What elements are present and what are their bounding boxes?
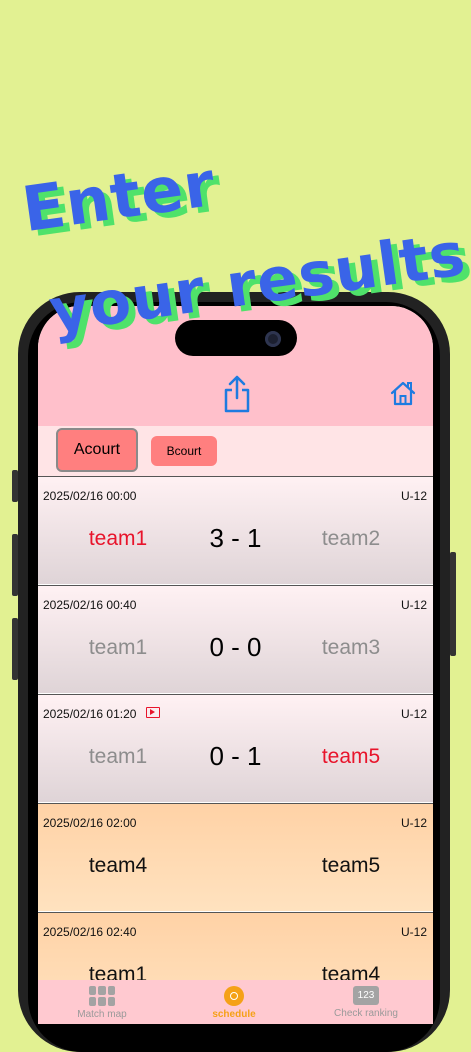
match-datetime: 2025/02/16 02:40 <box>43 925 137 939</box>
ranking-icon: 123 <box>353 986 379 1005</box>
match-row[interactable]: 2025/02/16 01:20 U-12 team1 0 - 1 team5 <box>38 694 433 802</box>
video-icon[interactable] <box>146 707 160 718</box>
match-datetime: 2025/02/16 00:00 <box>43 489 137 503</box>
clock-icon <box>224 986 244 1006</box>
match-category: U-12 <box>400 489 427 503</box>
tab-check-ranking[interactable]: 123 Check ranking <box>316 986 416 1019</box>
acourt-button[interactable]: Acourt <box>56 428 138 472</box>
app-screen: Acourt Bcourt 2025/02/16 00:00 U-12 team… <box>38 306 433 1024</box>
match-datetime: 2025/02/16 02:00 <box>43 816 137 830</box>
match-datetime: 2025/02/16 00:40 <box>43 598 137 612</box>
match-row[interactable]: 2025/02/16 00:00 U-12 team1 3 - 1 team2 <box>38 476 433 584</box>
home-team: team4 <box>88 854 148 877</box>
home-icon[interactable] <box>390 380 416 406</box>
away-team: team5 <box>321 854 381 877</box>
match-category: U-12 <box>400 598 427 612</box>
promo-headline: Enter <box>17 146 220 247</box>
tab-match-map[interactable]: Match map <box>52 986 152 1020</box>
side-button <box>12 470 18 502</box>
match-row[interactable]: 2025/02/16 02:00 U-12 team4 team5 <box>38 803 433 911</box>
match-datetime: 2025/02/16 01:20 <box>43 707 137 721</box>
away-team: team5 <box>321 745 381 768</box>
match-score: 0 - 1 <box>209 741 262 771</box>
home-team: team1 <box>88 636 148 659</box>
side-button <box>12 534 18 596</box>
camera-icon <box>265 331 281 347</box>
tab-label: Match map <box>77 1009 127 1020</box>
away-team: team3 <box>321 636 381 659</box>
match-score: 0 - 0 <box>209 632 262 662</box>
side-button <box>12 618 18 680</box>
away-team: team2 <box>321 527 381 550</box>
court-tabs: Acourt Bcourt <box>38 426 433 476</box>
tab-label: schedule <box>212 1009 256 1020</box>
match-row[interactable]: 2025/02/16 00:40 U-12 team1 0 - 0 team3 <box>38 585 433 693</box>
tab-bar: Match map schedule 123 Check ranking <box>38 980 433 1024</box>
home-team: team1 <box>88 527 148 550</box>
side-button <box>450 552 456 656</box>
share-icon[interactable] <box>222 374 252 414</box>
tab-schedule[interactable]: schedule <box>184 986 284 1020</box>
bcourt-button[interactable]: Bcourt <box>151 436 217 466</box>
tab-label: Check ranking <box>334 1008 398 1019</box>
match-score: 3 - 1 <box>209 523 262 553</box>
match-category: U-12 <box>400 925 427 939</box>
match-category: U-12 <box>400 707 427 721</box>
grid-icon <box>89 986 115 1006</box>
match-category: U-12 <box>400 816 427 830</box>
home-team: team1 <box>88 745 148 768</box>
